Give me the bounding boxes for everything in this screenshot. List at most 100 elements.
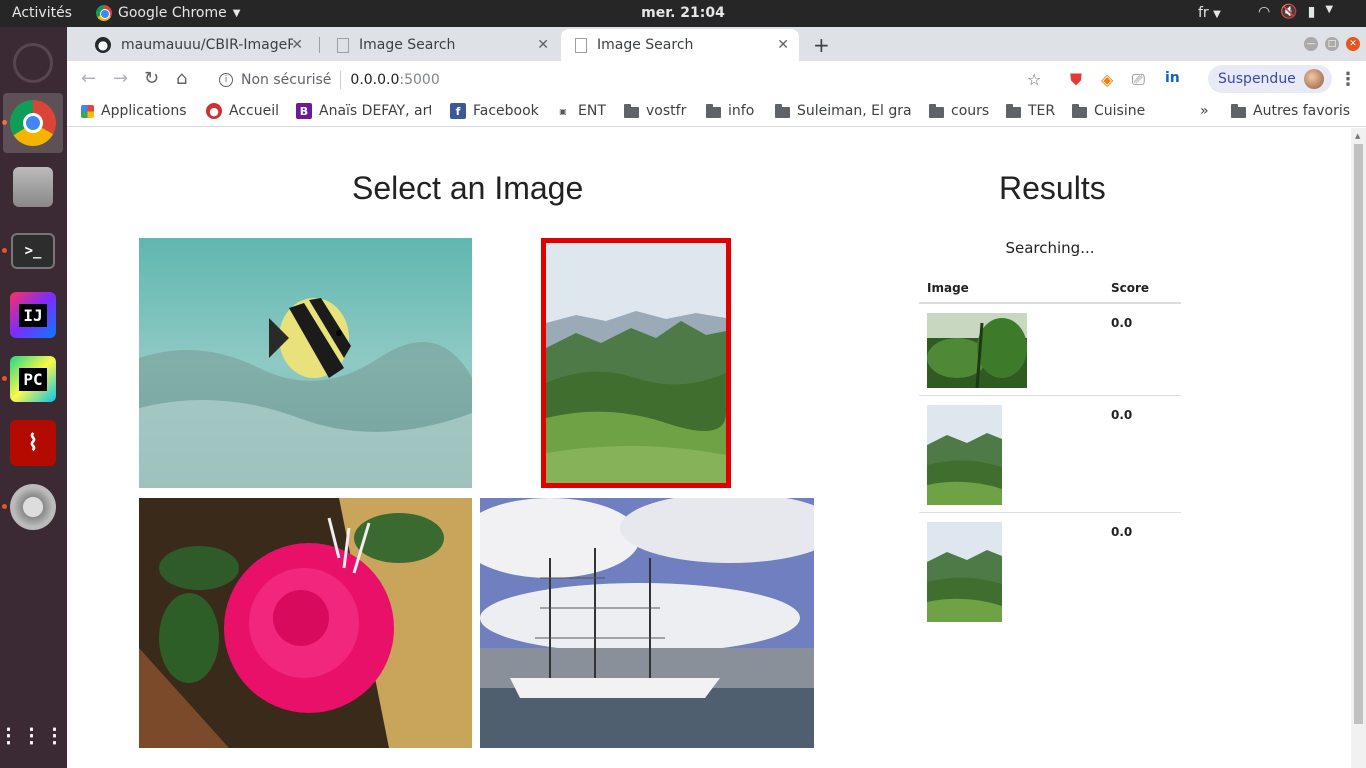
acrobat-icon: ⌇ — [10, 420, 56, 466]
app-menu[interactable]: Google Chrome ▼ — [96, 5, 240, 21]
ent-icon: ▣ — [559, 106, 567, 116]
facebook-icon: f — [450, 103, 466, 119]
bookmark-label: Facebook — [473, 103, 539, 119]
forward-button[interactable]: → — [113, 68, 128, 89]
battery-icon: ▮ — [1307, 4, 1316, 20]
mountain-landscape-photo — [927, 522, 1002, 622]
profile-button[interactable]: Suspendue — [1208, 65, 1332, 93]
bookmark-label: Applications — [101, 103, 187, 119]
chrome-icon — [96, 5, 112, 21]
tab-title: Image Search — [597, 37, 694, 53]
gallery-image-mountain-selected[interactable] — [541, 238, 731, 488]
bookmark-facebook[interactable]: f Facebook — [450, 103, 539, 119]
browser-toolbar: ← → ↻ ⌂ i Non sécurisé 0.0.0.0:5000 ☆ ⛊ … — [67, 61, 1366, 99]
bookmark-folder-suleiman[interactable]: Suleiman, El gran — [775, 103, 911, 119]
bookmark-folder-autres-favoris[interactable]: Autres favoris — [1231, 103, 1350, 119]
dock-terminal[interactable]: >_ — [3, 221, 63, 281]
b-icon: B — [296, 103, 312, 119]
cast-icon[interactable]: ⎚ — [1132, 70, 1145, 90]
gallery-image-ship[interactable] — [480, 498, 814, 748]
apps-grid-icon — [81, 104, 94, 118]
bookmarks-overflow-button[interactable]: » — [1200, 103, 1209, 119]
ubuntu-logo-icon — [13, 43, 53, 83]
system-top-bar: Activités Google Chrome ▼ mer. 21:04 fr … — [0, 0, 1366, 27]
folder-icon — [706, 103, 721, 118]
divider — [340, 71, 342, 89]
mountain-landscape-photo — [546, 243, 726, 483]
settings-wrench-icon — [10, 484, 56, 530]
more-options-icon[interactable]: ⋮ — [1339, 69, 1357, 90]
clock[interactable]: mer. 21:04 — [641, 5, 725, 21]
activities-button[interactable]: Activités — [12, 5, 72, 21]
result-thumbnail[interactable] — [927, 522, 1002, 622]
web-page: Select an Image Results Searching... Ima… — [67, 128, 1351, 768]
dock-acrobat-reader[interactable]: ⌇ — [3, 413, 63, 473]
scrollbar-thumb[interactable] — [1354, 144, 1363, 724]
bookmark-folder-vostfr[interactable]: vostfr — [624, 103, 686, 119]
input-language-label: fr — [1198, 5, 1209, 21]
search-status: Searching... — [1005, 239, 1095, 257]
bookmark-folder-cuisine[interactable]: Cuisine — [1072, 103, 1145, 119]
minimize-button[interactable]: — — [1304, 37, 1318, 51]
result-thumbnail[interactable] — [927, 405, 1002, 505]
table-row: 0.0 — [919, 396, 1181, 513]
folder-icon — [1231, 103, 1246, 118]
tab-image-search[interactable]: Image Search ✕ — [323, 29, 559, 61]
table-row: 0.0 — [919, 513, 1181, 630]
intellij-icon: IJ — [10, 292, 56, 338]
bookmark-accueil[interactable]: ● Accueil — [206, 103, 279, 119]
gallery-image-rose[interactable] — [139, 498, 472, 748]
bookmark-star-icon[interactable]: ☆ — [1027, 70, 1041, 89]
github-icon: ● — [95, 37, 111, 53]
chevron-down-icon: ▼ — [1213, 9, 1221, 20]
browser-window: ● maumauuu/CBIR-ImageR ✕ Image Search ✕ … — [67, 27, 1366, 768]
linkedin-icon[interactable]: in — [1165, 70, 1180, 86]
folder-icon — [1072, 103, 1087, 118]
result-score: 0.0 — [1111, 525, 1133, 539]
pink-rose-photo — [139, 498, 472, 748]
bookmark-anais-defay[interactable]: B Anaïs DEFAY, art — [296, 103, 431, 119]
tab-github[interactable]: ● maumauuu/CBIR-ImageR ✕ — [81, 29, 313, 61]
back-button[interactable]: ← — [81, 68, 96, 89]
chevron-down-icon: ▼ — [1325, 4, 1334, 15]
dock-ubuntu-software[interactable] — [3, 33, 63, 93]
input-language-menu[interactable]: fr ▼ — [1198, 5, 1221, 21]
close-tab-icon[interactable]: ✕ — [537, 37, 549, 53]
mountain-landscape-photo — [927, 405, 1002, 505]
dock-pycharm[interactable]: PC — [3, 349, 63, 409]
close-window-button[interactable]: ✕ — [1346, 37, 1360, 51]
maximize-button[interactable]: □ — [1325, 37, 1339, 51]
new-tab-button[interactable]: + — [813, 33, 830, 57]
dock-intellij-idea[interactable]: IJ — [3, 285, 63, 345]
close-tab-icon[interactable]: ✕ — [777, 37, 789, 53]
dock-settings[interactable] — [3, 477, 63, 537]
column-header-image: Image — [927, 281, 969, 295]
bookmark-label: vostfr — [646, 103, 687, 119]
reload-button[interactable]: ↻ — [144, 68, 159, 89]
bookmark-folder-ter[interactable]: TER — [1006, 103, 1055, 119]
dock-google-chrome[interactable] — [3, 93, 63, 153]
bookmark-folder-cours[interactable]: cours — [929, 103, 989, 119]
extension-icon[interactable]: ◈ — [1101, 70, 1113, 89]
dock-files[interactable] — [3, 157, 63, 217]
ublock-shield-icon[interactable]: ⛊ — [1070, 70, 1082, 90]
result-thumbnail[interactable] — [927, 313, 1027, 389]
system-tray[interactable]: ◠ 🔇 ▮ ▼ — [1258, 4, 1333, 20]
gallery-image-fish[interactable] — [139, 238, 472, 488]
tab-image-search-active[interactable]: Image Search ✕ — [561, 29, 799, 61]
info-icon[interactable]: i — [219, 73, 233, 87]
bookmark-folder-info[interactable]: info — [706, 103, 754, 119]
wifi-icon: ◠ — [1258, 4, 1271, 20]
scroll-up-arrow-icon[interactable]: ▲ — [1355, 132, 1360, 140]
home-button[interactable]: ⌂ — [176, 68, 187, 89]
page-scrollbar[interactable]: ▲ — [1351, 128, 1366, 768]
url-host: 0.0.0.0 — [350, 72, 400, 88]
close-tab-icon[interactable]: ✕ — [291, 37, 303, 53]
address-bar[interactable]: i Non sécurisé 0.0.0.0:5000 — [207, 65, 1057, 95]
bookmark-label: info — [728, 103, 755, 119]
show-applications-button[interactable]: ⋮⋮⋮ — [0, 705, 65, 765]
bookmarks-bar: Applications ● Accueil B Anaïs DEFAY, ar… — [67, 99, 1366, 127]
bookmark-ent[interactable]: ▣ ENT — [555, 103, 606, 119]
bookmark-applications[interactable]: Applications — [81, 103, 187, 119]
pycharm-icon: PC — [10, 356, 56, 402]
